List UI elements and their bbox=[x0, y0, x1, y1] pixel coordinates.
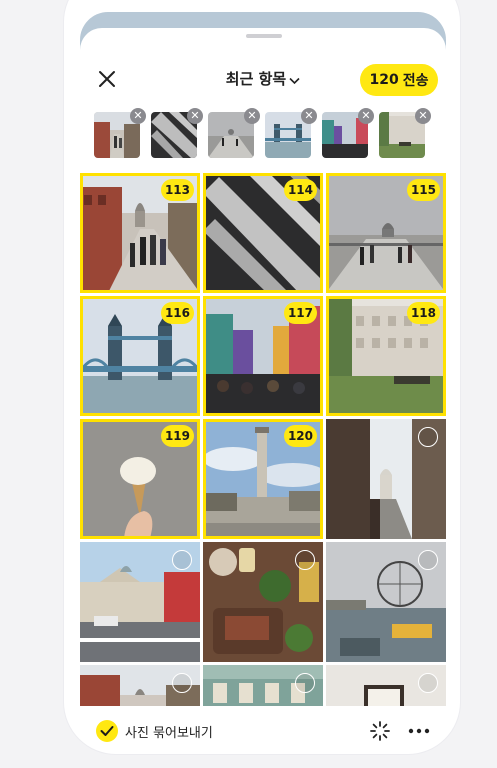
photo-cell[interactable]: 120 bbox=[203, 419, 323, 539]
bundle-photos-toggle[interactable]: 사진 묶어보내기 bbox=[96, 720, 213, 742]
remove-thumb-icon[interactable]: ✕ bbox=[415, 108, 431, 124]
photo-cell[interactable]: 113 bbox=[80, 173, 200, 293]
select-photo-checkbox[interactable] bbox=[418, 673, 438, 693]
select-photo-checkbox[interactable] bbox=[172, 673, 192, 693]
remove-thumb-icon[interactable]: ✕ bbox=[301, 108, 317, 124]
select-photo-checkbox[interactable] bbox=[295, 550, 315, 570]
sheet-grabber[interactable] bbox=[246, 34, 282, 38]
select-photo-checkbox[interactable] bbox=[295, 673, 315, 693]
photo-cell[interactable] bbox=[80, 665, 200, 706]
remove-thumb-icon[interactable]: ✕ bbox=[130, 108, 146, 124]
chevron-down-icon bbox=[289, 71, 300, 89]
check-icon bbox=[96, 720, 118, 742]
selection-order-badge: 119 bbox=[160, 425, 194, 447]
photo-cell[interactable]: 114 bbox=[203, 173, 323, 293]
more-icon[interactable] bbox=[406, 719, 432, 743]
send-count: 120 bbox=[369, 72, 399, 88]
photo-cell[interactable] bbox=[326, 542, 446, 662]
selection-order-badge: 113 bbox=[160, 179, 194, 201]
photo-cell[interactable] bbox=[203, 665, 323, 706]
sparkle-icon[interactable] bbox=[368, 719, 392, 743]
remove-thumb-icon[interactable]: ✕ bbox=[358, 108, 374, 124]
selection-order-badge: 118 bbox=[406, 302, 440, 324]
bundle-photos-label: 사진 묶어보내기 bbox=[125, 725, 213, 741]
photo-cell[interactable]: 116 bbox=[80, 296, 200, 416]
photo-cell[interactable] bbox=[203, 542, 323, 662]
send-button[interactable]: 120 전송 bbox=[360, 64, 438, 96]
selection-order-badge: 114 bbox=[283, 179, 317, 201]
remove-thumb-icon[interactable]: ✕ bbox=[187, 108, 203, 124]
select-photo-checkbox[interactable] bbox=[418, 550, 438, 570]
select-photo-checkbox[interactable] bbox=[172, 550, 192, 570]
send-label: 전송 bbox=[402, 73, 429, 89]
selection-order-badge: 120 bbox=[283, 425, 317, 447]
photo-cell[interactable] bbox=[326, 419, 446, 539]
photo-cell[interactable]: 119 bbox=[80, 419, 200, 539]
photo-cell[interactable] bbox=[326, 665, 446, 706]
photo-cell[interactable]: 118 bbox=[326, 296, 446, 416]
selection-order-badge: 117 bbox=[283, 302, 317, 324]
selection-order-badge: 116 bbox=[160, 302, 194, 324]
photo-cell[interactable] bbox=[80, 542, 200, 662]
photo-grid: 113 114 115 116 117 118 119 120 bbox=[80, 173, 446, 706]
photo-cell[interactable]: 115 bbox=[326, 173, 446, 293]
photo-picker-sheet: 최근 항목 120 전송 ✕ ✕ ✕ ✕ ✕ ✕ 113 114 115 116… bbox=[80, 28, 446, 747]
selection-order-badge: 115 bbox=[406, 179, 440, 201]
picker-footer: 사진 묶어보내기 bbox=[80, 706, 446, 747]
remove-thumb-icon[interactable]: ✕ bbox=[244, 108, 260, 124]
select-photo-checkbox[interactable] bbox=[418, 427, 438, 447]
photo-cell[interactable]: 117 bbox=[203, 296, 323, 416]
photo-picker-screen: 최근 항목 120 전송 ✕ ✕ ✕ ✕ ✕ ✕ 113 114 115 116… bbox=[80, 12, 446, 747]
album-title: 최근 항목 bbox=[225, 70, 287, 88]
